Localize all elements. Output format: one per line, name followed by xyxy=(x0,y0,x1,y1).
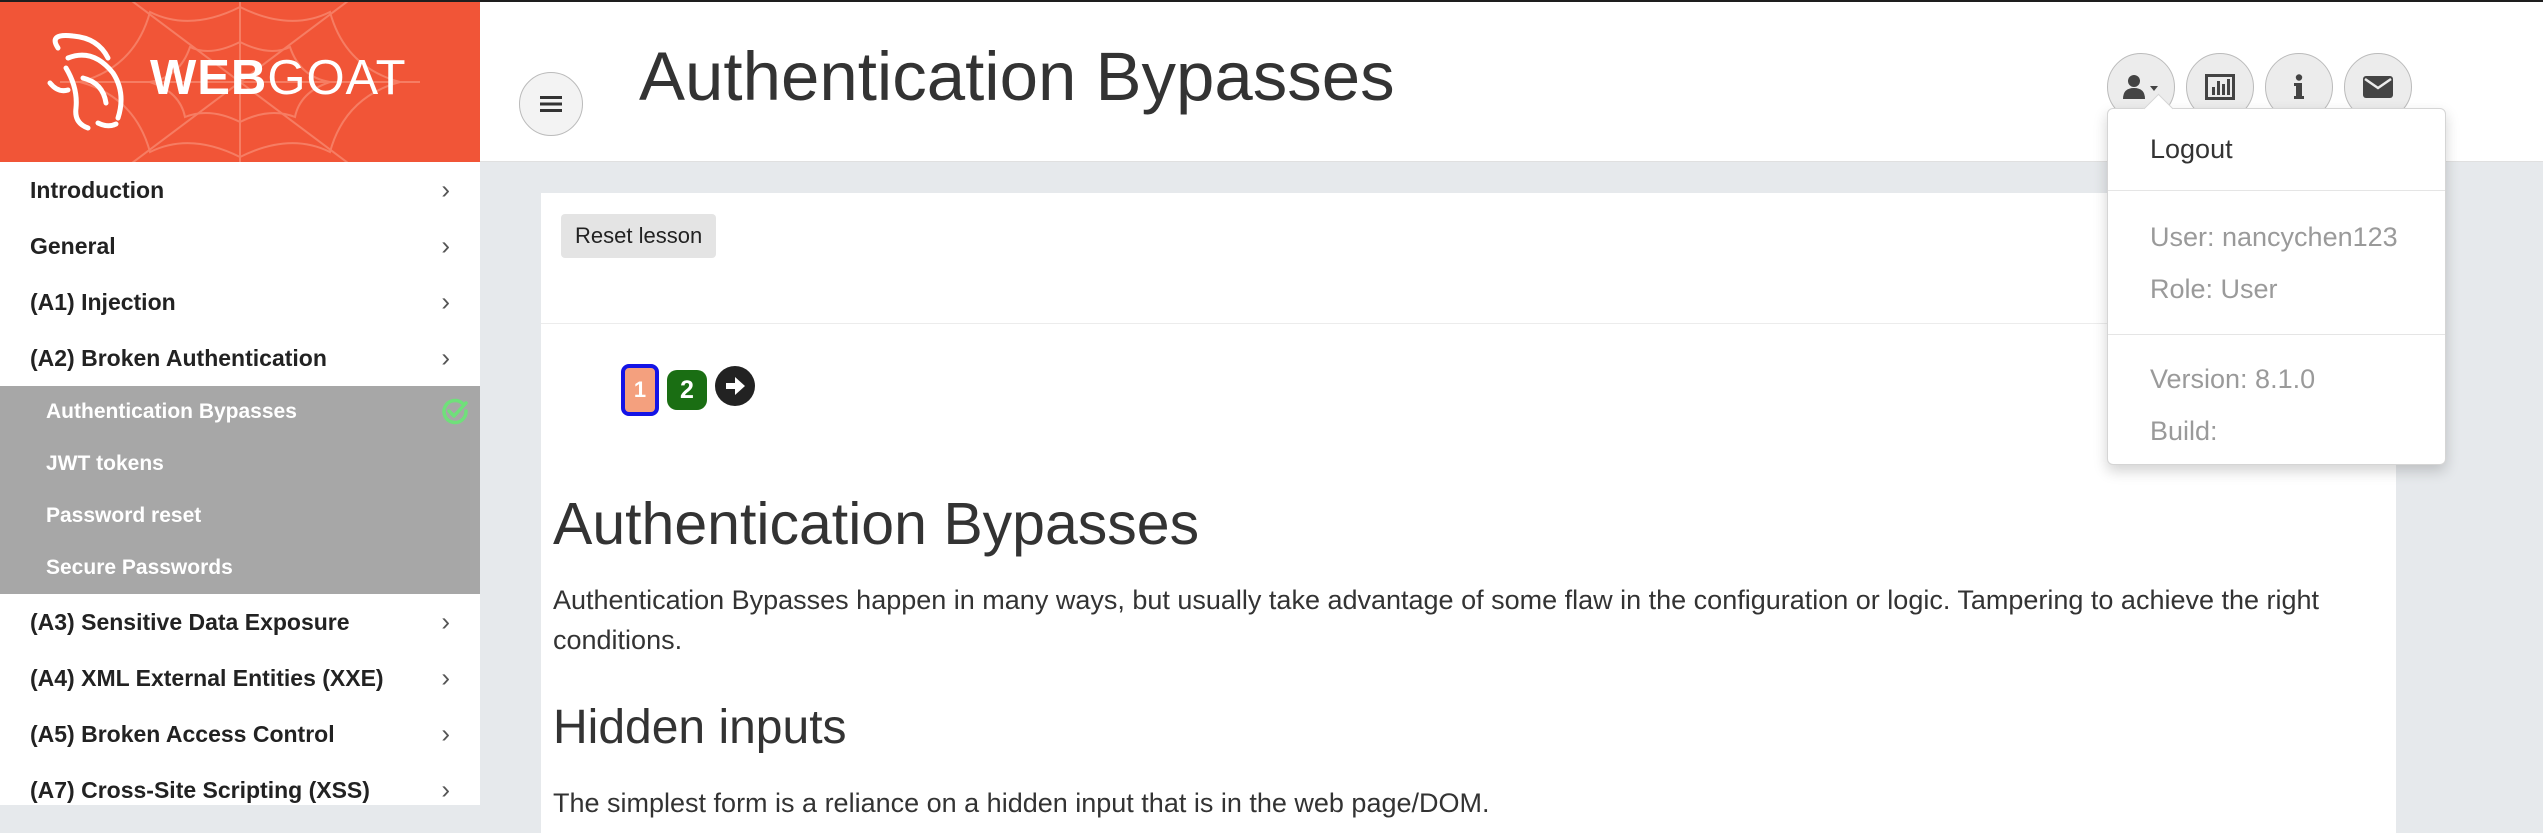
sidebar-item-label: Introduction xyxy=(30,176,165,203)
sidebar-item-a3-sensitive-data-exposure[interactable]: (A3) Sensitive Data Exposure › xyxy=(0,594,480,650)
sidebar-subitem-jwt-tokens[interactable]: JWT tokens xyxy=(0,438,480,490)
chevron-right-icon: › xyxy=(441,174,450,205)
version-label: Version: 8.1.0 xyxy=(2150,364,2316,394)
lesson-subheading: Hidden inputs xyxy=(553,701,847,754)
sidebar-item-label: (A3) Sensitive Data Exposure xyxy=(30,608,350,635)
lesson-heading: Authentication Bypasses xyxy=(553,491,1200,557)
reset-lesson-button[interactable]: Reset lesson xyxy=(561,214,717,258)
completed-check-icon xyxy=(442,398,468,425)
sidebar-item-general[interactable]: General › xyxy=(0,218,480,274)
sidebar-item-label: (A7) Cross-Site Scripting (XSS) xyxy=(30,776,370,803)
goat-icon xyxy=(47,33,124,131)
sidebar-item-introduction[interactable]: Introduction › xyxy=(0,162,480,218)
user-dropdown-menu: Logout User: nancychen123 Role: User Ver… xyxy=(2107,93,2446,465)
build-label: Build: xyxy=(2150,416,2218,446)
page-title: Authentication Bypasses xyxy=(639,38,1395,115)
logout-menu-item[interactable]: Logout xyxy=(2150,136,2233,163)
chevron-right-icon: › xyxy=(441,718,450,749)
arrow-right-icon xyxy=(726,377,745,395)
sidebar-subitem-label: Authentication Bypasses xyxy=(46,400,297,423)
sidebar-item-a1-injection[interactable]: (A1) Injection › xyxy=(0,274,480,330)
chevron-right-icon: › xyxy=(441,606,450,637)
sidebar-item-label: (A1) Injection xyxy=(30,288,176,315)
role-label: Role: User xyxy=(2150,274,2278,304)
chevron-right-icon: › xyxy=(441,230,450,261)
sidebar-item-label: (A4) XML External Entities (XXE) xyxy=(30,664,384,691)
sidebar-item-label: General xyxy=(30,232,116,259)
menu-toggle-button[interactable] xyxy=(519,72,583,136)
sidebar: Introduction › General › (A1) Injection … xyxy=(0,162,480,805)
chevron-right-icon: › xyxy=(441,286,450,317)
brand-name: WEBGOAT xyxy=(150,51,407,105)
next-page-button[interactable] xyxy=(715,366,755,406)
sidebar-item-label: (A5) Broken Access Control xyxy=(30,720,335,747)
lesson-page-2-button[interactable]: 2 xyxy=(667,370,707,410)
webgoat-logo[interactable]: WEBGOAT xyxy=(0,2,480,162)
chevron-right-icon: › xyxy=(441,342,450,373)
sidebar-item-a5-broken-access-control[interactable]: (A5) Broken Access Control › xyxy=(0,706,480,762)
username-label: User: nancychen123 xyxy=(2150,222,2398,252)
info-icon xyxy=(2294,74,2304,99)
sidebar-item-a4-xxe[interactable]: (A4) XML External Entities (XXE) › xyxy=(0,650,480,706)
envelope-icon xyxy=(2363,76,2393,98)
sidebar-subitem-label: JWT tokens xyxy=(46,452,164,475)
hamburger-icon xyxy=(540,96,562,112)
sidebar-subitem-secure-passwords[interactable]: Secure Passwords xyxy=(0,542,480,594)
chevron-right-icon: › xyxy=(441,662,450,693)
sidebar-submenu: Authentication Bypasses JWT tokens Passw… xyxy=(0,386,480,594)
lesson-page-1-button[interactable]: 1 xyxy=(621,364,659,416)
dropdown-divider xyxy=(2108,190,2445,191)
sidebar-item-a2-broken-authentication[interactable]: (A2) Broken Authentication › xyxy=(0,330,480,386)
sidebar-subitem-authentication-bypasses[interactable]: Authentication Bypasses xyxy=(0,386,480,438)
sidebar-item-label: (A2) Broken Authentication xyxy=(30,344,327,371)
sidebar-subitem-label: Password reset xyxy=(46,504,202,527)
sidebar-subitem-password-reset[interactable]: Password reset xyxy=(0,490,480,542)
dropdown-divider xyxy=(2108,334,2445,335)
chevron-right-icon: › xyxy=(441,774,450,805)
sidebar-subitem-label: Secure Passwords xyxy=(46,556,233,579)
lesson-intro-paragraph: Authentication Bypasses happen in many w… xyxy=(553,585,2320,655)
lesson-paragraph: The simplest form is a reliance on a hid… xyxy=(553,788,1490,818)
sidebar-item-a7-xss[interactable]: (A7) Cross-Site Scripting (XSS) › xyxy=(0,762,480,805)
bar-chart-icon xyxy=(2205,74,2235,100)
